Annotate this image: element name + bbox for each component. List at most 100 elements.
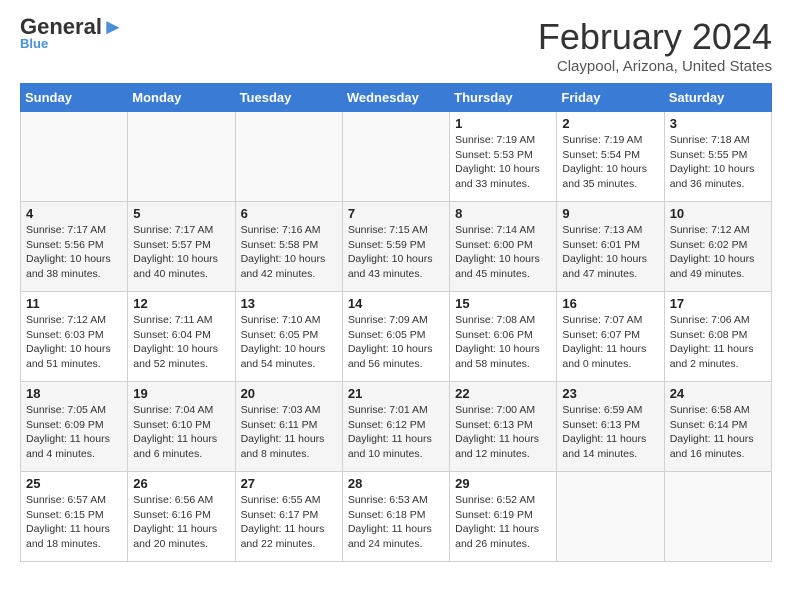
cell-text: Daylight: 10 hours (455, 342, 551, 357)
cell-text: Daylight: 10 hours (455, 252, 551, 267)
cell-text: and 14 minutes. (562, 447, 658, 462)
cell-text: Sunset: 6:08 PM (670, 328, 766, 343)
cell-text: Daylight: 10 hours (241, 342, 337, 357)
table-row: 3Sunrise: 7:18 AMSunset: 5:55 PMDaylight… (664, 112, 771, 202)
cell-text: Sunrise: 7:08 AM (455, 313, 551, 328)
cell-text: and 33 minutes. (455, 177, 551, 192)
cell-text: Daylight: 10 hours (670, 252, 766, 267)
cell-text: Daylight: 11 hours (670, 432, 766, 447)
cell-text: and 38 minutes. (26, 267, 122, 282)
table-row: 18Sunrise: 7:05 AMSunset: 6:09 PMDayligh… (21, 382, 128, 472)
cell-text: Sunset: 6:13 PM (455, 418, 551, 433)
logo-subtext: Blue (20, 36, 48, 51)
table-row: 29Sunrise: 6:52 AMSunset: 6:19 PMDayligh… (450, 472, 557, 562)
day-number: 11 (26, 296, 122, 311)
cell-text: Sunrise: 7:19 AM (455, 133, 551, 148)
day-number: 1 (455, 116, 551, 131)
cell-text: Sunrise: 7:07 AM (562, 313, 658, 328)
cell-text: Sunrise: 7:06 AM (670, 313, 766, 328)
cell-text: Sunrise: 6:58 AM (670, 403, 766, 418)
cell-text: Sunrise: 7:10 AM (241, 313, 337, 328)
day-number: 21 (348, 386, 444, 401)
cell-text: Sunset: 6:17 PM (241, 508, 337, 523)
cell-text: and 43 minutes. (348, 267, 444, 282)
cell-text: Sunset: 5:57 PM (133, 238, 229, 253)
cell-text: Sunset: 6:06 PM (455, 328, 551, 343)
calendar-header-row: Sunday Monday Tuesday Wednesday Thursday… (21, 84, 772, 112)
cell-text: and 12 minutes. (455, 447, 551, 462)
col-thursday: Thursday (450, 84, 557, 112)
table-row: 27Sunrise: 6:55 AMSunset: 6:17 PMDayligh… (235, 472, 342, 562)
cell-text: Sunrise: 7:03 AM (241, 403, 337, 418)
cell-text: Daylight: 11 hours (562, 342, 658, 357)
cell-text: Sunrise: 7:12 AM (26, 313, 122, 328)
day-number: 25 (26, 476, 122, 491)
table-row: 24Sunrise: 6:58 AMSunset: 6:14 PMDayligh… (664, 382, 771, 472)
cell-text: and 42 minutes. (241, 267, 337, 282)
table-row (557, 472, 664, 562)
cell-text: and 10 minutes. (348, 447, 444, 462)
cell-text: Daylight: 10 hours (241, 252, 337, 267)
cell-text: and 2 minutes. (670, 357, 766, 372)
cell-text: Sunset: 6:04 PM (133, 328, 229, 343)
cell-text: and 45 minutes. (455, 267, 551, 282)
cell-text: Daylight: 11 hours (241, 522, 337, 537)
cell-text: Daylight: 10 hours (455, 162, 551, 177)
col-tuesday: Tuesday (235, 84, 342, 112)
cell-text: and 18 minutes. (26, 537, 122, 552)
table-row: 28Sunrise: 6:53 AMSunset: 6:18 PMDayligh… (342, 472, 449, 562)
table-row: 10Sunrise: 7:12 AMSunset: 6:02 PMDayligh… (664, 202, 771, 292)
cell-text: Sunset: 6:03 PM (26, 328, 122, 343)
cell-text: and 58 minutes. (455, 357, 551, 372)
cell-text: Sunrise: 6:56 AM (133, 493, 229, 508)
table-row: 21Sunrise: 7:01 AMSunset: 6:12 PMDayligh… (342, 382, 449, 472)
table-row: 17Sunrise: 7:06 AMSunset: 6:08 PMDayligh… (664, 292, 771, 382)
cell-text: and 52 minutes. (133, 357, 229, 372)
cell-text: Daylight: 10 hours (348, 342, 444, 357)
day-number: 23 (562, 386, 658, 401)
cell-text: Sunset: 5:56 PM (26, 238, 122, 253)
table-row: 15 Sunrise: 7:08 AMSunset: 6:06 PMDayligh… (450, 292, 557, 382)
cell-text: Daylight: 11 hours (133, 432, 229, 447)
col-friday: Friday (557, 84, 664, 112)
cell-text: and 40 minutes. (133, 267, 229, 282)
table-row: 22Sunrise: 7:00 AMSunset: 6:13 PMDayligh… (450, 382, 557, 472)
cell-text: Sunrise: 7:17 AM (26, 223, 122, 238)
cell-text: Sunset: 6:15 PM (26, 508, 122, 523)
cell-text: and 36 minutes. (670, 177, 766, 192)
day-number: 15 (455, 296, 551, 311)
day-number: 14 (348, 296, 444, 311)
table-row: 19Sunrise: 7:04 AMSunset: 6:10 PMDayligh… (128, 382, 235, 472)
table-row (128, 112, 235, 202)
cell-text: Daylight: 11 hours (348, 522, 444, 537)
day-number: 4 (26, 206, 122, 221)
cell-text: Sunset: 6:05 PM (348, 328, 444, 343)
cell-text: and 16 minutes. (670, 447, 766, 462)
table-row: 4Sunrise: 7:17 AMSunset: 5:56 PMDaylight… (21, 202, 128, 292)
cell-text: Sunrise: 7:13 AM (562, 223, 658, 238)
table-row: 6Sunrise: 7:16 AMSunset: 5:58 PMDaylight… (235, 202, 342, 292)
day-number: 22 (455, 386, 551, 401)
table-row: 20Sunrise: 7:03 AMSunset: 6:11 PMDayligh… (235, 382, 342, 472)
location-title: Claypool, Arizona, United States (538, 58, 772, 75)
cell-text: and 6 minutes. (133, 447, 229, 462)
cell-text: Sunset: 6:12 PM (348, 418, 444, 433)
table-row: 8Sunrise: 7:14 AMSunset: 6:00 PMDaylight… (450, 202, 557, 292)
day-number: 27 (241, 476, 337, 491)
cell-text: Daylight: 11 hours (455, 522, 551, 537)
cell-text: Daylight: 11 hours (133, 522, 229, 537)
day-number: 9 (562, 206, 658, 221)
day-number: 3 (670, 116, 766, 131)
cell-text: and 0 minutes. (562, 357, 658, 372)
cell-text: Daylight: 11 hours (241, 432, 337, 447)
cell-text: and 20 minutes. (133, 537, 229, 552)
day-number: 18 (26, 386, 122, 401)
cell-text: Daylight: 10 hours (562, 252, 658, 267)
cell-text: Sunset: 6:02 PM (670, 238, 766, 253)
day-number: 5 (133, 206, 229, 221)
cell-text: Sunrise: 7:14 AM (455, 223, 551, 238)
cell-text: and 49 minutes. (670, 267, 766, 282)
cell-text: and 8 minutes. (241, 447, 337, 462)
cell-text: Daylight: 11 hours (670, 342, 766, 357)
cell-text: Daylight: 10 hours (133, 252, 229, 267)
